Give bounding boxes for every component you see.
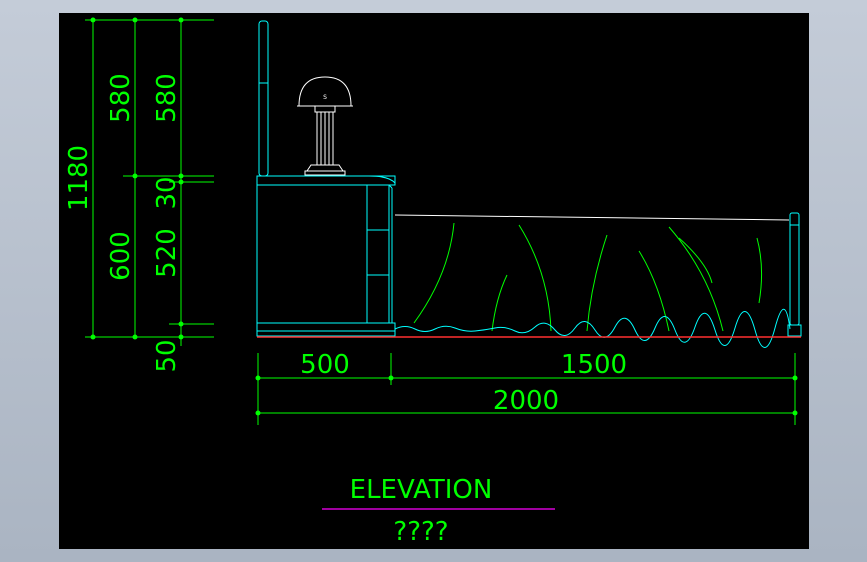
dim-label-500: 500	[300, 350, 350, 380]
bed-skirt-hem	[394, 308, 791, 348]
drape-folds	[413, 222, 763, 332]
nightstand-body	[256, 184, 368, 324]
nightstand-side-panel	[366, 184, 390, 324]
nightstand-plinth	[256, 322, 396, 332]
bed-top-line	[394, 214, 790, 221]
vertical-dimension-labels: 1180 580 600 580 30 520 50	[64, 73, 182, 372]
dim-label-30: 30	[152, 176, 182, 209]
dim-label-50: 50	[152, 339, 182, 372]
bed	[394, 212, 802, 348]
dim-label-1180: 1180	[64, 145, 94, 211]
vertical-dimensions	[85, 19, 214, 346]
footboard-post	[787, 212, 802, 337]
dim-label-2000: 2000	[493, 386, 559, 416]
dim-label-580-inner: 580	[152, 73, 182, 123]
svg-text:S: S	[323, 94, 327, 101]
table-lamp: S	[297, 76, 353, 176]
drawing-canvas[interactable]: 1180 580 600 580 30 520 50 S 500 1500 20…	[59, 13, 809, 549]
nightstand	[256, 175, 396, 337]
lamp-shade	[298, 76, 352, 107]
dim-label-520: 520	[152, 228, 182, 278]
nightstand-top	[256, 175, 396, 186]
dim-label-580-outer: 580	[106, 73, 136, 123]
drawing-subtitle: ????	[393, 517, 448, 547]
cad-viewport: 1180 580 600 580 30 520 50 S 500 1500 20…	[0, 0, 867, 562]
horizontal-dimension-labels: 500 1500 2000	[300, 350, 627, 416]
elevation-drawing: 1180 580 600 580 30 520 50 S 500 1500 20…	[64, 17, 802, 547]
dim-label-1500: 1500	[561, 350, 627, 380]
drawing-title: ELEVATION	[350, 475, 493, 505]
dim-label-600: 600	[106, 231, 136, 281]
headboard-post	[258, 20, 269, 177]
